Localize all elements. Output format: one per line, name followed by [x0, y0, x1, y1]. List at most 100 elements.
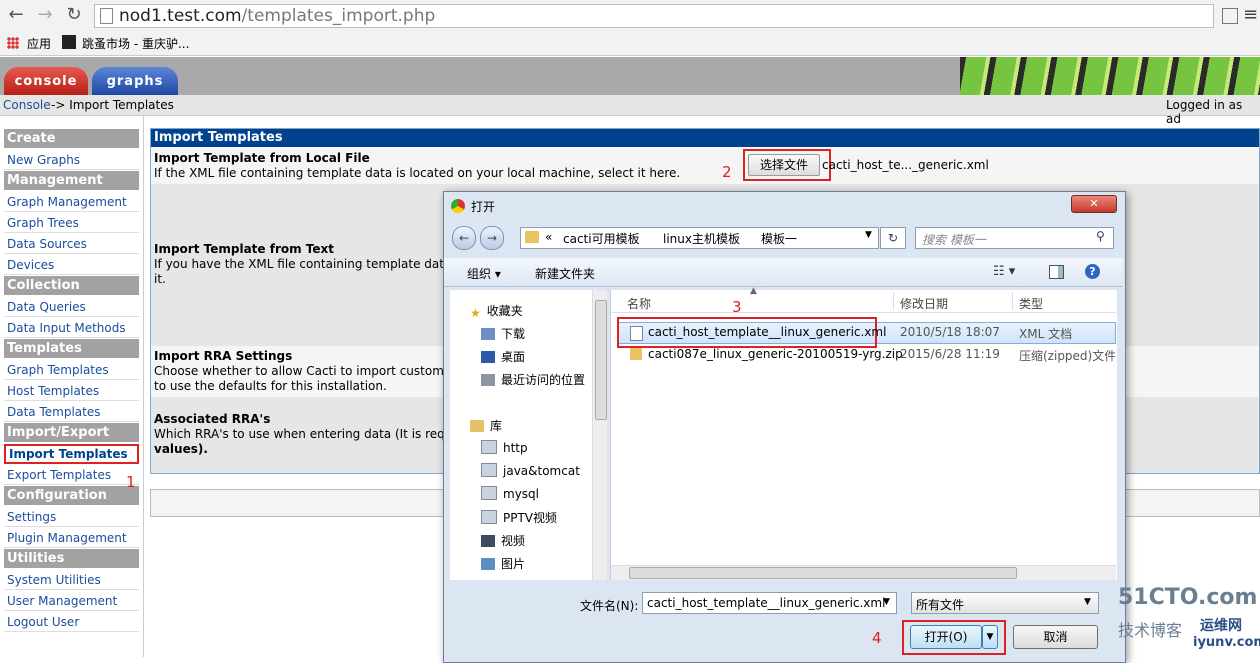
reload-icon[interactable]: ↻: [64, 5, 84, 25]
file-list-hscrollbar[interactable]: [611, 565, 1116, 580]
path-segment-template1[interactable]: 模板一: [761, 230, 797, 247]
sidebar-section-create: Create: [4, 129, 139, 148]
filename-dropdown-icon[interactable]: ▼: [883, 597, 890, 607]
open-button[interactable]: 打开(O): [910, 625, 982, 649]
browser-toolbar: ← → ↻ nod1.test.com/templates_import.php…: [0, 0, 1260, 32]
tree-library[interactable]: 库: [470, 417, 502, 434]
forward-arrow-icon[interactable]: →: [35, 5, 55, 25]
file-type-xml: XML 文档: [1019, 327, 1073, 341]
dialog-back-icon[interactable]: ←: [452, 226, 476, 250]
sidebar-item-graph-templates[interactable]: Graph Templates: [4, 360, 139, 380]
tree-lib-mysql[interactable]: mysql: [481, 486, 539, 501]
column-date[interactable]: 修改日期: [900, 295, 948, 312]
open-dropdown-icon[interactable]: ▼: [982, 625, 998, 649]
nav-scrollbar[interactable]: [592, 290, 607, 580]
breadcrumb-console-link[interactable]: Console: [3, 98, 51, 112]
tree-lib-java[interactable]: java&tomcat: [481, 463, 580, 478]
annotation-2: 2: [722, 163, 732, 181]
chosen-file-name: cacti_host_te..._generic.xml: [822, 158, 989, 172]
bookmark-apps[interactable]: 应用: [27, 35, 51, 52]
tree-lib-http[interactable]: http: [481, 440, 528, 455]
dialog-forward-icon[interactable]: →: [480, 226, 504, 250]
annotation-4: 4: [872, 629, 882, 647]
annotation-1: 1: [126, 473, 136, 491]
url-text: nod1.test.com/templates_import.php: [119, 6, 436, 26]
tree-lib-video[interactable]: 视频: [481, 532, 525, 549]
cacti-logo: [960, 57, 1260, 95]
view-options-icon[interactable]: ☷ ▾: [993, 264, 1015, 279]
column-type[interactable]: 类型: [1019, 295, 1043, 312]
tree-lib-pictures[interactable]: 图片: [481, 555, 525, 572]
sidebar-item-data-templates[interactable]: Data Templates: [4, 402, 139, 422]
watermark-blog: 技术博客: [1118, 621, 1183, 640]
sidebar-item-user-management[interactable]: User Management: [4, 591, 139, 611]
tree-lib-pptv[interactable]: PPTV视频: [481, 509, 557, 526]
sidebar-item-data-sources[interactable]: Data Sources: [4, 234, 139, 254]
associated-rra-title: Associated RRA's: [154, 412, 271, 426]
tab-console[interactable]: console: [4, 67, 88, 95]
local-file-desc: If the XML file containing template data…: [154, 166, 681, 180]
tree-recent[interactable]: 最近访问的位置: [481, 371, 585, 388]
watermark-iyunv: iyunv.com: [1193, 635, 1260, 650]
organize-menu[interactable]: 组织 ▾: [467, 265, 501, 282]
file-name-zip: cacti087e_linux_generic-20100519-yrg.zip: [648, 347, 903, 361]
sidebar-item-settings[interactable]: Settings: [4, 507, 139, 527]
panel-header: Import Templates: [151, 129, 1259, 147]
tree-favorites[interactable]: ★ 收藏夹: [470, 302, 523, 320]
library-folder-icon: [481, 486, 497, 500]
dialog-path-bar[interactable]: « cacti可用模板 linux主机模板 模板一 ▼: [520, 227, 879, 249]
sidebar-item-system-utilities[interactable]: System Utilities: [4, 570, 139, 590]
sidebar-item-devices[interactable]: Devices: [4, 255, 139, 275]
help-icon[interactable]: ?: [1085, 264, 1100, 279]
back-arrow-icon[interactable]: ←: [6, 5, 26, 25]
tab-graphs[interactable]: graphs: [92, 67, 178, 95]
filetype-select[interactable]: 所有文件 ▼: [911, 592, 1099, 614]
xml-file-icon: [630, 326, 643, 341]
tree-downloads[interactable]: 下载: [481, 325, 525, 342]
sidebar-section-management: Management: [4, 171, 139, 190]
breadcrumb: Console -> Import Templates Logged in as…: [0, 95, 1260, 126]
translate-icon[interactable]: [1222, 8, 1238, 24]
path-overflow[interactable]: «: [545, 230, 552, 244]
dialog-search-box[interactable]: 搜索 模板一 ⚲: [915, 227, 1114, 249]
sidebar-item-data-queries[interactable]: Data Queries: [4, 297, 139, 317]
sidebar-item-logout-user[interactable]: Logout User: [4, 612, 139, 632]
choose-file-button[interactable]: 选择文件: [748, 154, 820, 176]
sidebar-section-templates: Templates: [4, 339, 139, 358]
apps-grid-icon: [7, 37, 19, 49]
sidebar-item-data-input-methods[interactable]: Data Input Methods: [4, 318, 139, 338]
new-folder-button[interactable]: 新建文件夹: [535, 265, 595, 282]
sidebar-item-graph-trees[interactable]: Graph Trees: [4, 213, 139, 233]
column-name[interactable]: 名称: [627, 295, 651, 312]
associated-rra-desc-2: values).: [154, 442, 208, 456]
folder-icon: [525, 231, 539, 243]
filename-label: 文件名(N):: [580, 599, 639, 613]
video-library-icon: [481, 535, 495, 547]
sidebar-item-host-templates[interactable]: Host Templates: [4, 381, 139, 401]
tree-desktop[interactable]: 桌面: [481, 348, 525, 365]
path-segment-cacti[interactable]: cacti可用模板: [563, 230, 640, 247]
filetype-dropdown-icon[interactable]: ▼: [1084, 597, 1091, 607]
rra-settings-title: Import RRA Settings: [154, 349, 293, 363]
sidebar-item-new-graphs[interactable]: New Graphs: [4, 150, 139, 170]
cancel-button[interactable]: 取消: [1013, 625, 1098, 649]
filename-input[interactable]: cacti_host_template__linux_generic.xml ▼: [642, 592, 897, 614]
library-folder-icon: [481, 440, 497, 454]
address-bar[interactable]: nod1.test.com/templates_import.php: [94, 4, 1214, 28]
star-icon: ★: [470, 306, 481, 320]
path-dropdown-icon[interactable]: ▼: [865, 230, 872, 240]
sidebar-item-plugin-management[interactable]: Plugin Management: [4, 528, 139, 548]
bookmark-flea-market[interactable]: 跳蚤市场 - 重庆驴...: [82, 35, 189, 52]
menu-icon[interactable]: ≡: [1243, 4, 1258, 25]
dialog-close-button[interactable]: ✕: [1071, 195, 1117, 213]
sidebar-item-graph-management[interactable]: Graph Management: [4, 192, 139, 212]
search-placeholder: 搜索 模板一: [922, 233, 986, 247]
search-icon: ⚲: [1096, 229, 1105, 243]
sidebar-divider: [143, 116, 144, 657]
preview-pane-icon[interactable]: [1049, 265, 1064, 279]
refresh-icon[interactable]: ↻: [880, 227, 906, 249]
path-segment-linux[interactable]: linux主机模板: [663, 230, 740, 247]
zip-folder-icon: [630, 348, 642, 360]
sidebar-item-import-templates[interactable]: Import Templates: [4, 444, 139, 464]
sidebar-item-export-templates[interactable]: Export Templates: [4, 465, 139, 485]
